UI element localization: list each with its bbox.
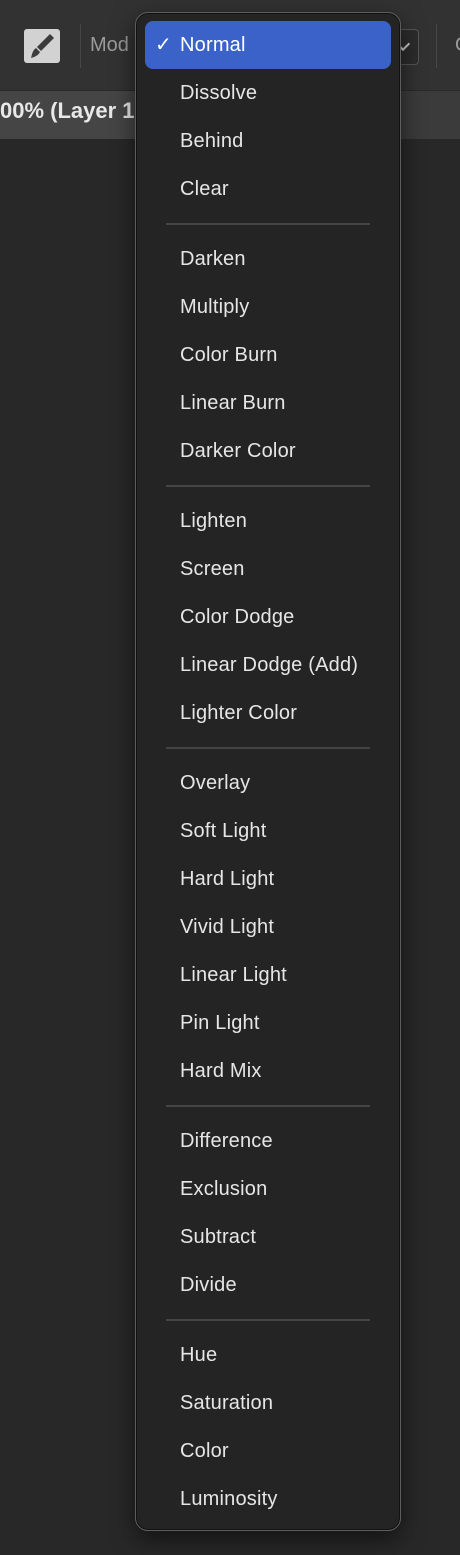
menu-item-hue[interactable]: Hue bbox=[145, 1331, 391, 1379]
menu-item-darker-color[interactable]: Darker Color bbox=[145, 427, 391, 475]
brush-icon bbox=[31, 34, 54, 58]
menu-item-label: Hard Mix bbox=[180, 1060, 262, 1082]
menu-item-lighten[interactable]: Lighten bbox=[145, 497, 391, 545]
menu-item-label: Darker Color bbox=[180, 440, 296, 462]
menu-item-label: Vivid Light bbox=[180, 916, 275, 938]
brush-tool-preset-button[interactable] bbox=[24, 29, 60, 63]
menu-item-label: Overlay bbox=[180, 772, 251, 794]
menu-item-darken[interactable]: Darken bbox=[145, 235, 391, 283]
menu-item-lighter-color[interactable]: Lighter Color bbox=[145, 689, 391, 737]
menu-item-color-burn[interactable]: Color Burn bbox=[145, 331, 391, 379]
menu-item-label: Clear bbox=[180, 178, 229, 200]
menu-item-label: Screen bbox=[180, 558, 245, 580]
menu-item-label: Darken bbox=[180, 248, 246, 270]
menu-item-label: Normal bbox=[180, 34, 246, 56]
menu-separator bbox=[136, 737, 400, 759]
menu-item-luminosity[interactable]: Luminosity bbox=[145, 1475, 391, 1523]
menu-item-label: Multiply bbox=[180, 296, 250, 318]
menu-item-label: Linear Light bbox=[180, 964, 287, 986]
menu-item-label: Lighten bbox=[180, 510, 248, 532]
document-tab-label: 00% (Layer 1 bbox=[0, 98, 135, 123]
menu-item-hard-mix[interactable]: Hard Mix bbox=[145, 1047, 391, 1095]
menu-separator bbox=[136, 213, 400, 235]
menu-item-label: Linear Dodge (Add) bbox=[180, 654, 359, 676]
menu-item-label: Behind bbox=[180, 130, 244, 152]
menu-item-label: Dissolve bbox=[180, 82, 258, 104]
mode-label: Mod bbox=[90, 34, 129, 56]
menu-item-pin-light[interactable]: Pin Light bbox=[145, 999, 391, 1047]
menu-separator bbox=[136, 475, 400, 497]
menu-item-divide[interactable]: Divide bbox=[145, 1261, 391, 1309]
menu-item-label: Saturation bbox=[180, 1392, 274, 1414]
menu-item-clear[interactable]: Clear bbox=[145, 165, 391, 213]
menu-item-label: Divide bbox=[180, 1274, 237, 1296]
menu-item-label: Linear Burn bbox=[180, 392, 286, 414]
menu-item-color[interactable]: Color bbox=[145, 1427, 391, 1475]
menu-item-label: Hue bbox=[180, 1344, 218, 1366]
menu-item-behind[interactable]: Behind bbox=[145, 117, 391, 165]
toolbar-separator bbox=[436, 24, 437, 68]
menu-separator bbox=[136, 1095, 400, 1117]
menu-item-hard-light[interactable]: Hard Light bbox=[145, 855, 391, 903]
menu-item-multiply[interactable]: Multiply bbox=[145, 283, 391, 331]
menu-item-label: Luminosity bbox=[180, 1488, 278, 1510]
menu-item-label: Lighter Color bbox=[180, 702, 298, 724]
menu-item-saturation[interactable]: Saturation bbox=[145, 1379, 391, 1427]
menu-item-label: Hard Light bbox=[180, 868, 275, 890]
menu-item-linear-dodge-add[interactable]: Linear Dodge (Add) bbox=[145, 641, 391, 689]
opacity-label: O bbox=[455, 34, 460, 57]
menu-item-label: Color Dodge bbox=[180, 606, 295, 628]
menu-item-label: Exclusion bbox=[180, 1178, 268, 1200]
menu-item-vivid-light[interactable]: Vivid Light bbox=[145, 903, 391, 951]
menu-item-label: Subtract bbox=[180, 1226, 257, 1248]
menu-item-label: Difference bbox=[180, 1130, 273, 1152]
checkmark-icon: ✓ bbox=[155, 34, 172, 56]
toolbar-separator bbox=[80, 24, 81, 68]
menu-item-screen[interactable]: Screen bbox=[145, 545, 391, 593]
menu-item-color-dodge[interactable]: Color Dodge bbox=[145, 593, 391, 641]
document-tab[interactable]: 00% (Layer 1 bbox=[0, 91, 150, 139]
photoshop-window: Mod O 00% (Layer 1 ✓ Normal Dissolve Behind… bbox=[0, 0, 460, 1555]
menu-item-overlay[interactable]: Overlay bbox=[145, 759, 391, 807]
menu-item-subtract[interactable]: Subtract bbox=[145, 1213, 391, 1261]
menu-item-exclusion[interactable]: Exclusion bbox=[145, 1165, 391, 1213]
menu-item-label: Color bbox=[180, 1440, 229, 1462]
menu-item-normal[interactable]: ✓ Normal bbox=[145, 21, 391, 69]
menu-separator bbox=[136, 1309, 400, 1331]
menu-item-linear-light[interactable]: Linear Light bbox=[145, 951, 391, 999]
menu-item-difference[interactable]: Difference bbox=[145, 1117, 391, 1165]
menu-item-linear-burn[interactable]: Linear Burn bbox=[145, 379, 391, 427]
menu-item-dissolve[interactable]: Dissolve bbox=[145, 69, 391, 117]
menu-item-label: Soft Light bbox=[180, 820, 267, 842]
menu-item-label: Pin Light bbox=[180, 1012, 260, 1034]
blend-mode-menu: ✓ Normal Dissolve Behind Clear Darken Multiply… bbox=[135, 12, 401, 1531]
menu-item-label: Color Burn bbox=[180, 344, 278, 366]
menu-item-soft-light[interactable]: Soft Light bbox=[145, 807, 391, 855]
